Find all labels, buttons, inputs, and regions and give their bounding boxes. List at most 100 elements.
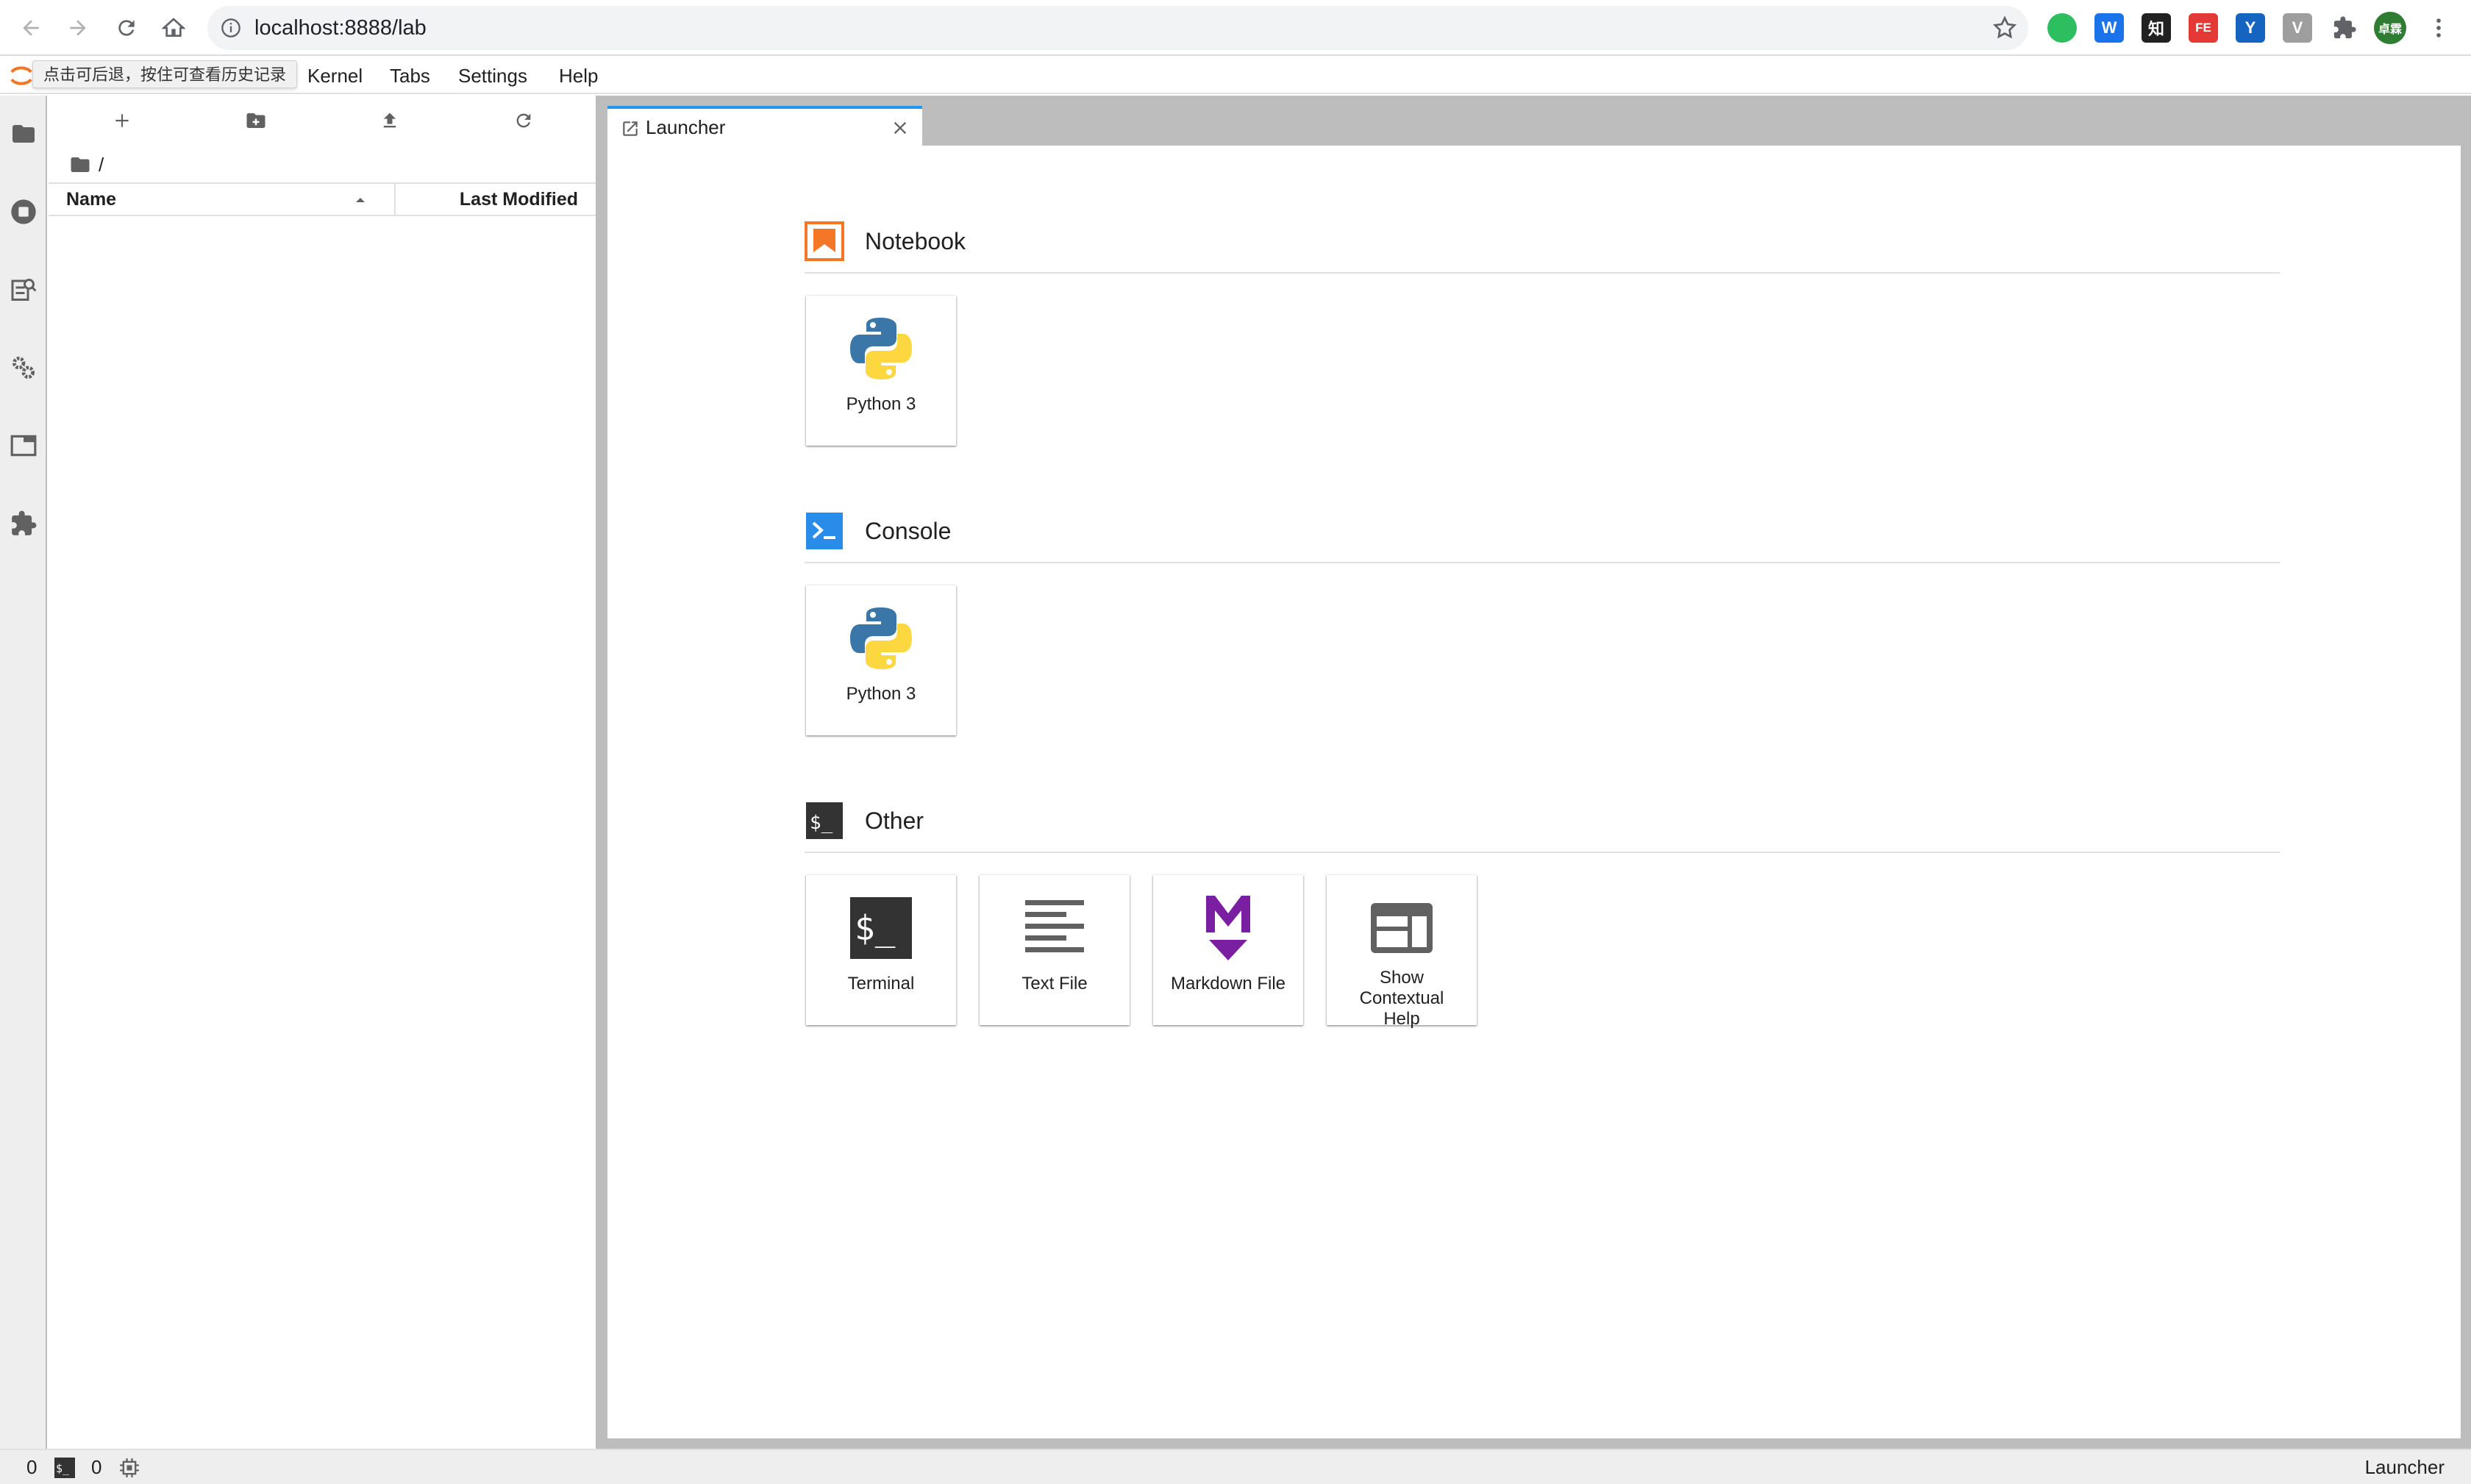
info-icon[interactable]: [221, 18, 241, 38]
card-label: Terminal: [847, 974, 915, 994]
forward-button[interactable]: [62, 12, 94, 44]
bookmark-star-icon[interactable]: [1992, 15, 2018, 41]
menu-tabs[interactable]: Tabs: [390, 57, 430, 94]
browser-menu-button[interactable]: [2424, 13, 2453, 43]
palette-search-icon: [11, 279, 37, 301]
refresh-icon: [516, 113, 531, 128]
breadcrumb-root[interactable]: /: [99, 154, 104, 176]
tab-label: Launcher: [646, 116, 726, 138]
file-list-header: Name Last Modified: [49, 182, 596, 216]
notebook-icon: [805, 221, 844, 261]
refresh-button[interactable]: [509, 106, 538, 135]
text-file-icon: [1018, 891, 1091, 965]
zhihu-icon[interactable]: 知: [2142, 13, 2171, 43]
address-bar[interactable]: localhost:8888/lab: [207, 6, 2028, 50]
card-markdown-file[interactable]: Markdown File: [1153, 875, 1303, 1025]
new-launcher-button[interactable]: [107, 106, 137, 135]
tab-window-icon: [10, 435, 37, 457]
column-name-header[interactable]: Name: [66, 184, 116, 215]
card-terminal[interactable]: $_ Terminal: [806, 875, 956, 1025]
gears-icon: [12, 356, 35, 379]
profile-initials: 卓霖: [2378, 24, 2402, 36]
close-icon[interactable]: [890, 118, 910, 138]
terminals-count[interactable]: 0: [26, 1450, 37, 1484]
section-divider: [805, 562, 2280, 563]
arrow-right-icon: [70, 20, 86, 36]
profile-avatar[interactable]: 卓霖: [2374, 12, 2406, 44]
card-contextual-help[interactable]: Show Contextual Help: [1327, 875, 1477, 1029]
jupyter-logo-icon[interactable]: [9, 63, 34, 88]
card-notebook-python3[interactable]: Python 3: [806, 296, 956, 446]
folder-icon: [13, 125, 35, 143]
kernel-status-icon[interactable]: [119, 1458, 140, 1478]
svg-text:$_: $_: [855, 908, 896, 948]
folder-icon[interactable]: [69, 154, 91, 176]
arrow-left-icon: [23, 20, 39, 36]
tab-launcher[interactable]: Launcher: [607, 106, 922, 146]
card-label: Python 3: [846, 394, 916, 414]
menu-settings[interactable]: Settings: [458, 57, 527, 94]
breadcrumb: /: [69, 150, 104, 179]
upload-button[interactable]: [375, 106, 404, 135]
section-divider: [805, 852, 2280, 853]
column-last-modified-header[interactable]: Last Modified: [460, 184, 578, 215]
status-bar: 0 $_ 0 Launcher: [0, 1449, 2471, 1484]
command-palette-tab[interactable]: [9, 275, 38, 304]
new-folder-button[interactable]: [241, 106, 271, 135]
file-browser-tab[interactable]: [9, 119, 38, 149]
kebab-menu-icon: [2436, 18, 2441, 38]
upload-icon: [383, 113, 396, 128]
launch-icon: [623, 121, 638, 136]
puzzle-icon: [2333, 16, 2356, 39]
card-console-python3[interactable]: Python 3: [806, 585, 956, 735]
file-browser-panel: / Name Last Modified: [49, 96, 596, 1449]
section-header: $_ Other: [805, 800, 2280, 841]
main-dock-area: Launcher Notebook Python 3 Console Pytho…: [607, 96, 2471, 1449]
section-header: Console: [805, 510, 2280, 552]
vue-icon[interactable]: V: [2283, 13, 2312, 43]
url-text[interactable]: localhost:8888/lab: [254, 6, 427, 50]
plus-icon: [115, 114, 129, 127]
running-sessions-tab[interactable]: [9, 197, 38, 226]
left-activity-bar: [0, 96, 47, 1449]
home-button[interactable]: [157, 12, 190, 44]
evernote-icon[interactable]: [2047, 13, 2077, 43]
y-icon[interactable]: Y: [2236, 13, 2265, 43]
terminal-status-icon[interactable]: $_: [54, 1458, 75, 1478]
section-notebook: Notebook Python 3: [805, 221, 2280, 447]
terminal-icon: $_: [844, 891, 918, 965]
home-icon: [162, 18, 185, 37]
section-title: Other: [865, 807, 924, 834]
word-icon[interactable]: W: [2094, 13, 2124, 43]
card-row: $_ Terminal Text File Markdown File Show…: [805, 875, 2280, 1029]
section-title: Notebook: [865, 227, 966, 254]
back-button[interactable]: [15, 12, 47, 44]
card-text-file[interactable]: Text File: [980, 875, 1130, 1025]
terminal-section-icon: $_: [805, 801, 844, 841]
panel-splitter[interactable]: [596, 96, 607, 1449]
contextual-help-icon: [1365, 891, 1438, 965]
svg-text:$_: $_: [56, 1462, 70, 1475]
extension-manager-tab[interactable]: [9, 509, 38, 538]
menu-kernel[interactable]: Kernel: [307, 57, 363, 94]
extensions-puzzle-button[interactable]: [2330, 13, 2359, 43]
card-row: Python 3: [805, 585, 2280, 737]
back-button-tooltip: 点击可后退，按住可查看历史记录: [32, 60, 298, 88]
tabs-list-tab[interactable]: [9, 431, 38, 460]
reload-icon: [118, 20, 135, 36]
property-inspector-tab[interactable]: [9, 353, 38, 382]
new-folder-icon: [246, 113, 265, 128]
card-label: Markdown File: [1170, 974, 1286, 994]
markdown-icon: [1191, 891, 1265, 965]
column-divider[interactable]: [394, 184, 396, 215]
reload-button[interactable]: [110, 12, 143, 44]
section-title: Console: [865, 517, 952, 544]
python-icon: [844, 312, 918, 385]
sort-ascending-icon[interactable]: [352, 191, 369, 209]
card-label: Text File: [1021, 974, 1088, 994]
kernels-count[interactable]: 0: [91, 1450, 101, 1484]
menu-help[interactable]: Help: [559, 57, 598, 94]
card-row: Python 3: [805, 296, 2280, 447]
svg-text:$_: $_: [810, 812, 833, 834]
fe-icon[interactable]: FE: [2189, 13, 2218, 43]
